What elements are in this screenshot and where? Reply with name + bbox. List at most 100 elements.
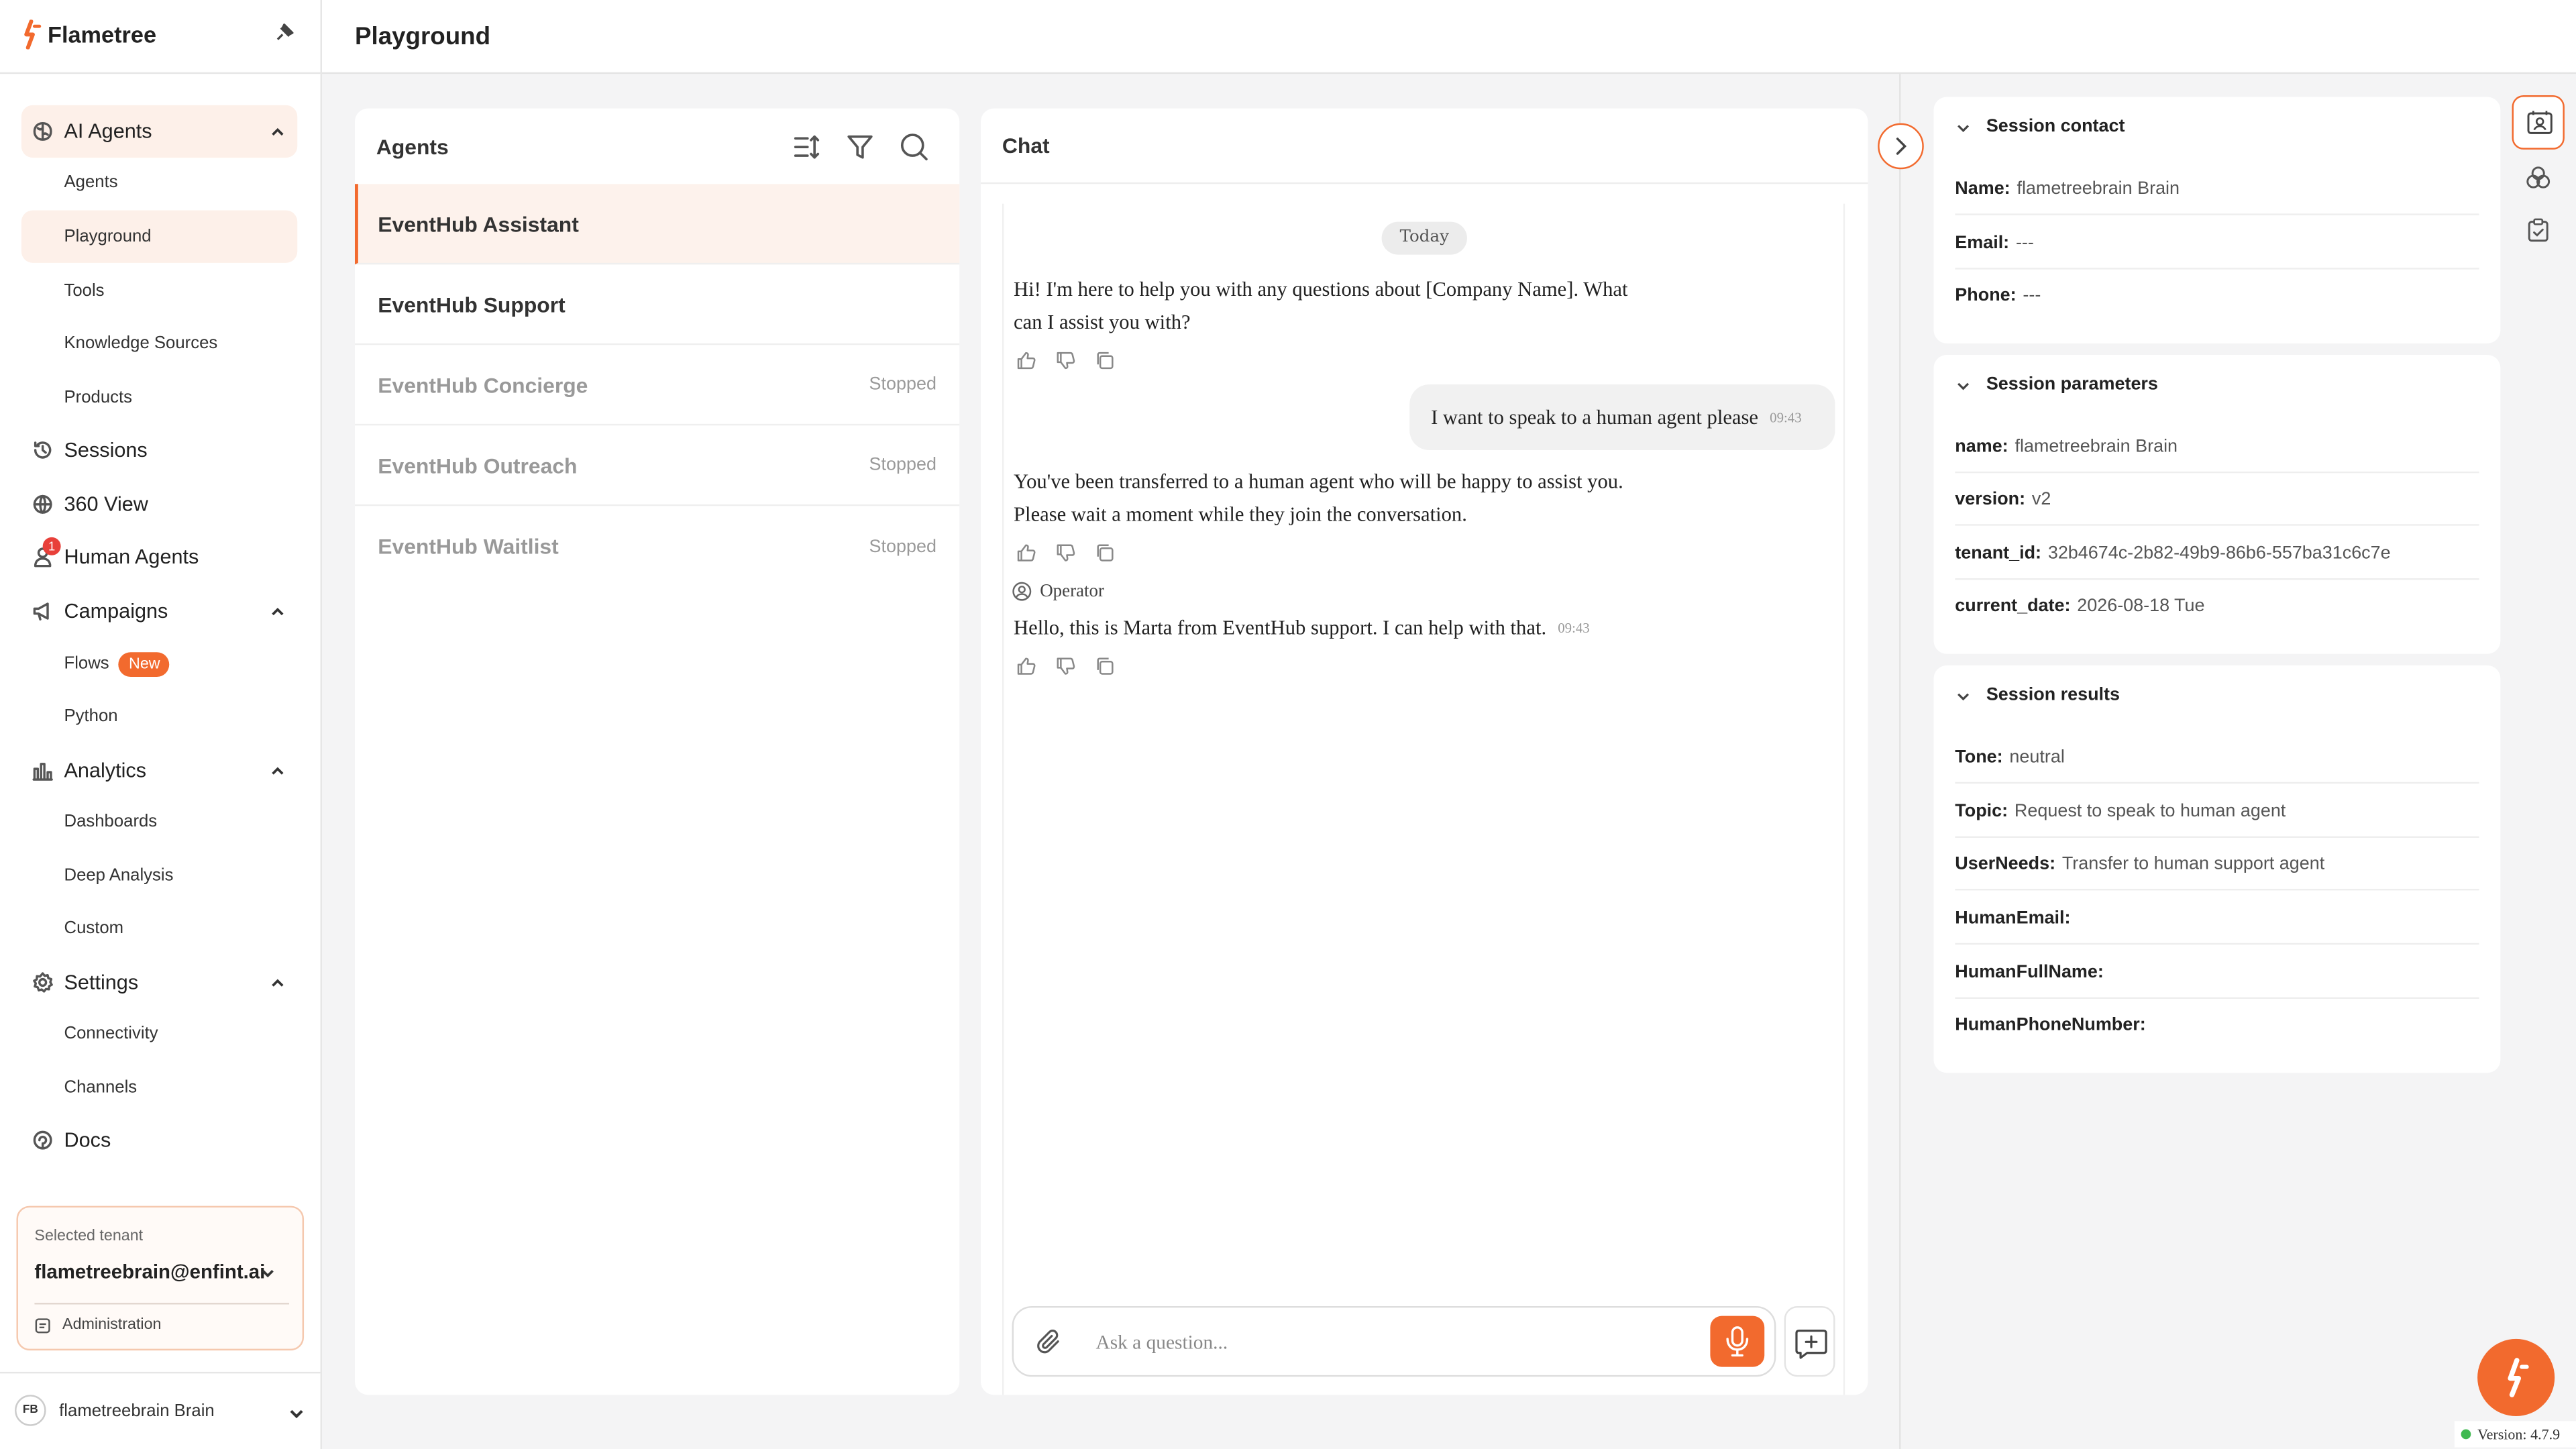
nav-python[interactable]: Python — [21, 690, 297, 743]
nav-flows[interactable]: Flows New — [21, 637, 297, 690]
nav-channels[interactable]: Channels — [21, 1061, 297, 1114]
nav-human-agents[interactable]: Human Agents — [21, 531, 297, 583]
history-icon — [34, 441, 52, 459]
message-line: can I assist you with? — [1014, 310, 1191, 334]
thumbs-up-icon[interactable] — [1015, 542, 1036, 564]
clipboard-check-icon[interactable] — [2525, 217, 2551, 243]
agent-row[interactable]: EventHub Support — [354, 264, 960, 345]
version-indicator: Version: 4.7.9 — [2454, 1421, 2576, 1448]
user-menu[interactable]: FB flametreebrain Brain — [15, 1395, 215, 1426]
chat-input-placeholder: Ask a question... — [1095, 1330, 1228, 1354]
new-badge: New — [119, 651, 170, 676]
chevron-up-icon[interactable] — [270, 603, 286, 619]
bot-message: Hi! I'm here to help you with any questi… — [1014, 273, 1628, 339]
nav-flows-label: Flows — [64, 653, 109, 674]
nav-channels-label: Channels — [64, 1077, 138, 1097]
agent-row[interactable]: EventHub Assistant — [354, 184, 960, 265]
field-value: flametreebrain Brain — [2015, 436, 2178, 456]
nav-campaigns[interactable]: Campaigns — [21, 585, 297, 637]
collapse-panel-button[interactable] — [1878, 123, 1924, 170]
nav-knowledge-sources[interactable]: Knowledge Sources — [21, 317, 297, 370]
agent-row[interactable]: EventHub Concierge Stopped — [354, 345, 960, 426]
flametree-logo-icon — [24, 19, 42, 50]
tenant-divider — [34, 1303, 290, 1305]
nav-settings[interactable]: Settings — [21, 956, 297, 1008]
nav-connectivity[interactable]: Connectivity — [21, 1007, 297, 1059]
contact-field: Name: flametreebrain Brain — [1955, 162, 2479, 215]
thumbs-up-icon[interactable] — [1015, 350, 1036, 372]
nav-deep-analysis[interactable]: Deep Analysis — [21, 849, 297, 902]
chevron-up-icon[interactable] — [270, 974, 286, 990]
administration-label: Administration — [62, 1316, 162, 1334]
field-key: Topic: — [1955, 800, 2008, 821]
contact-card-tab[interactable] — [2512, 95, 2565, 150]
chat-input[interactable]: Ask a question... — [1012, 1305, 1776, 1377]
chevron-down-icon[interactable] — [1955, 688, 1971, 704]
nav-products[interactable]: Products — [21, 371, 297, 423]
nav-campaigns-label: Campaigns — [64, 599, 168, 623]
chevron-up-icon[interactable] — [270, 123, 286, 140]
copy-icon[interactable] — [1094, 542, 1116, 564]
tenant-value[interactable]: flametreebrain@enfint.ai — [34, 1260, 265, 1283]
thumbs-down-icon[interactable] — [1055, 542, 1076, 564]
chat-message-area[interactable] — [1002, 203, 1845, 1395]
filter-icon[interactable] — [845, 131, 876, 163]
chevron-down-icon[interactable] — [288, 1405, 306, 1423]
megaphone-icon — [33, 602, 49, 621]
message-actions — [1015, 542, 1115, 564]
field-key: HumanPhoneNumber: — [1955, 1015, 2146, 1035]
administration-link[interactable]: Administration — [34, 1316, 161, 1334]
chevron-up-icon[interactable] — [270, 762, 286, 778]
brand[interactable]: Flametree — [19, 19, 156, 50]
microphone-icon — [1726, 1326, 1749, 1357]
nav-docs[interactable]: Docs — [21, 1114, 297, 1166]
microphone-button[interactable] — [1710, 1316, 1765, 1367]
chat-title: Chat — [1002, 133, 1050, 158]
paperclip-icon[interactable] — [1035, 1328, 1065, 1357]
nav-tools[interactable]: Tools — [21, 264, 297, 317]
result-field: Topic: Request to speak to human agent — [1955, 786, 2479, 838]
chevron-down-icon[interactable] — [1955, 120, 1971, 136]
nav-sessions[interactable]: Sessions — [21, 424, 297, 476]
nav-playground[interactable]: Playground — [21, 210, 298, 263]
nav-custom[interactable]: Custom — [21, 902, 297, 955]
message-line: You've been transferred to a human agent… — [1014, 470, 1623, 493]
search-icon[interactable] — [899, 131, 930, 163]
thumbs-up-icon[interactable] — [1015, 655, 1036, 677]
assistant-chat-button[interactable] — [2477, 1338, 2555, 1417]
copy-icon[interactable] — [1094, 350, 1116, 372]
nav-agents[interactable]: Agents — [21, 156, 297, 209]
result-field: HumanEmail: — [1955, 892, 2479, 945]
chevron-down-icon[interactable] — [1955, 378, 1971, 394]
nav-ai-agents-label: AI Agents — [64, 119, 152, 144]
agent-status: Stopped — [869, 455, 936, 475]
nav-dashboards[interactable]: Dashboards — [21, 795, 297, 847]
contact-field: Email: --- — [1955, 217, 2479, 270]
nav-products-label: Products — [64, 387, 132, 408]
thumbs-down-icon[interactable] — [1055, 350, 1076, 372]
session-contact-title: Session contact — [1986, 116, 2125, 137]
new-chat-button[interactable] — [1784, 1305, 1835, 1377]
field-key: Name: — [1955, 178, 2010, 199]
gear-icon — [33, 972, 53, 993]
agents-panel-title: Agents — [376, 134, 449, 160]
human-agents-notification-badge: 1 — [42, 537, 61, 555]
agent-row[interactable]: EventHub Waitlist Stopped — [355, 506, 959, 586]
pin-icon[interactable] — [273, 21, 296, 44]
nav-analytics[interactable]: Analytics — [21, 744, 297, 796]
thumbs-down-icon[interactable] — [1055, 655, 1076, 677]
parameter-field: name: flametreebrain Brain — [1955, 421, 2479, 474]
copy-icon[interactable] — [1094, 655, 1116, 677]
nav-ai-agents[interactable]: AI Agents — [21, 105, 298, 158]
agent-row[interactable]: EventHub Outreach Stopped — [354, 425, 960, 506]
chevron-right-icon — [1896, 138, 1907, 155]
field-key: name: — [1955, 436, 2008, 456]
agents-toolbar — [790, 131, 930, 163]
nav-360-view[interactable]: 360 View — [21, 478, 297, 531]
circles-icon[interactable] — [2524, 162, 2553, 192]
chat-header-divider — [981, 182, 1868, 184]
agent-name: EventHub Assistant — [378, 211, 579, 236]
chevron-down-icon[interactable] — [260, 1265, 276, 1281]
sort-icon[interactable] — [790, 131, 822, 163]
field-value: Request to speak to human agent — [2014, 800, 2286, 821]
